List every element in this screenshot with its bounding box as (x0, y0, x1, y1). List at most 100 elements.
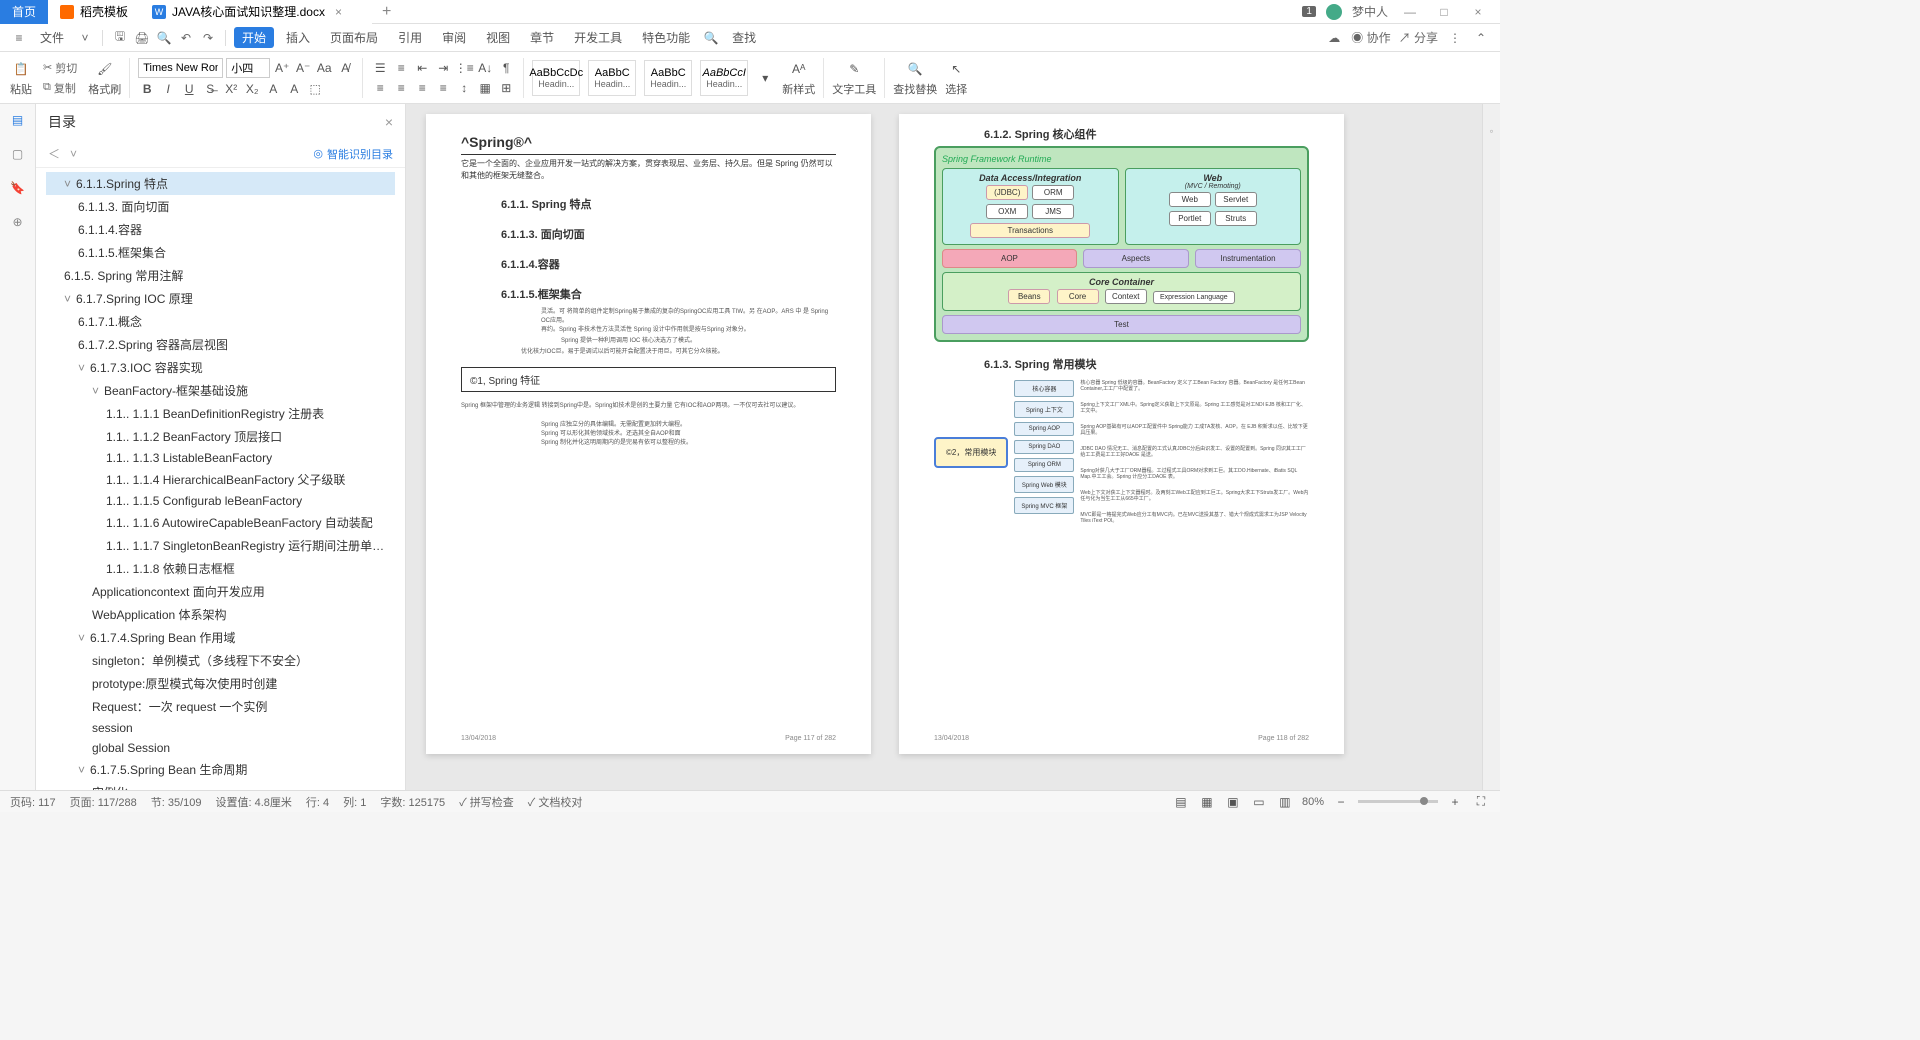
format-painter-button[interactable]: 🖌 格式刷 (88, 59, 121, 97)
number-list-icon[interactable]: ≡ (392, 59, 410, 77)
tree-item[interactable]: ˅6.1.7.5.Spring Bean 生命周期 (46, 758, 395, 781)
menu-review[interactable]: 审阅 (434, 27, 474, 48)
font-name-select[interactable] (138, 58, 223, 78)
close-icon[interactable]: × (335, 5, 342, 19)
chevron-icon[interactable]: ˅ (78, 631, 90, 645)
outdent-icon[interactable]: ⇤ (413, 59, 431, 77)
chevron-icon[interactable]: ˅ (78, 763, 90, 777)
status-words[interactable]: 字数: 125175 (380, 794, 445, 810)
view-read-icon[interactable]: ▭ (1250, 793, 1268, 811)
preview-icon[interactable]: 🔍 (155, 29, 173, 47)
chevron-icon[interactable]: ˅ (78, 361, 90, 375)
minimize-button[interactable]: — (1398, 5, 1422, 19)
menu-start[interactable]: 开始 (234, 27, 274, 48)
tree-item[interactable]: Request：一次 request 一个实例 (46, 695, 395, 718)
font-size-select[interactable] (226, 58, 270, 78)
zoom-out-icon[interactable]: − (1332, 793, 1350, 811)
clear-format-icon[interactable]: A̸ (336, 59, 354, 77)
tree-item[interactable]: 6.1.7.1.概念 (46, 310, 395, 333)
add-tab-button[interactable]: + (372, 3, 401, 21)
tree-item[interactable]: global Session (46, 738, 395, 758)
zoom-in-icon[interactable]: + (1446, 793, 1464, 811)
tab-document[interactable]: W JAVA核心面试知识整理.docx × (140, 0, 372, 24)
coop-label[interactable]: ◉ 协作 (1351, 29, 1390, 46)
multilevel-icon[interactable]: ⋮≡ (455, 59, 473, 77)
collapse-icon[interactable]: ⌃ (1472, 29, 1490, 47)
indent-icon[interactable]: ⇥ (434, 59, 452, 77)
cut-button[interactable]: ✂剪切 (40, 59, 80, 77)
tree-item[interactable]: 1.1.. 1.1.7 SingletonBeanRegistry 运行期间注册… (46, 534, 395, 557)
align-right-icon[interactable]: ≡ (413, 79, 431, 97)
tree-item[interactable]: prototype:原型模式每次使用时创建 (46, 672, 395, 695)
menu-section[interactable]: 章节 (522, 27, 562, 48)
char-border-button[interactable]: ⬚ (306, 80, 324, 98)
status-proofread[interactable]: ✓ 文档校对 (528, 794, 583, 810)
select-button[interactable]: ↖选择 (945, 59, 967, 97)
highlight-button[interactable]: A (264, 80, 282, 98)
view-nav-icon[interactable]: ▥ (1276, 793, 1294, 811)
bullet-list-icon[interactable]: ☰ (371, 59, 389, 77)
style-heading4[interactable]: AaBbCcIHeadin... (700, 60, 748, 96)
smart-outline-button[interactable]: ◎智能识别目录 (313, 146, 393, 162)
subscript-button[interactable]: X₂ (243, 80, 261, 98)
save-icon[interactable]: 🖫 (111, 29, 129, 47)
view-outline-icon[interactable]: ▤ (1172, 793, 1190, 811)
share-label[interactable]: ↗ 分享 (1399, 29, 1438, 46)
decrease-font-icon[interactable]: A⁻ (294, 59, 312, 77)
style-heading3[interactable]: AaBbCHeadin... (644, 60, 692, 96)
tree-item[interactable]: Applicationcontext 面向开发应用 (46, 580, 395, 603)
sort-icon[interactable]: A↓ (476, 59, 494, 77)
border-icon[interactable]: ⊞ (497, 79, 515, 97)
redo-icon[interactable]: ↷ (199, 29, 217, 47)
align-left-icon[interactable]: ≡ (371, 79, 389, 97)
new-style-button[interactable]: Aᴬ新样式 (782, 59, 815, 97)
tree-item[interactable]: 1.1.. 1.1.3 ListableBeanFactory (46, 448, 395, 468)
undo-icon[interactable]: ↶ (177, 29, 195, 47)
right-rail-icon[interactable]: ◦ (1489, 124, 1493, 138)
outline-rail-icon[interactable]: ▤ (8, 110, 28, 130)
more-icon[interactable]: ⋮ (1446, 29, 1464, 47)
menu-search[interactable]: 查找 (724, 27, 764, 48)
status-spellcheck[interactable]: ✓ 拼写检查 (459, 794, 514, 810)
menu-view[interactable]: 视图 (478, 27, 518, 48)
outline-close-icon[interactable]: × (385, 114, 393, 130)
user-avatar[interactable] (1326, 4, 1342, 20)
tree-item[interactable]: ˅BeanFactory-框架基础设施 (46, 379, 395, 402)
align-justify-icon[interactable]: ≡ (434, 79, 452, 97)
status-pages[interactable]: 页面: 117/288 (70, 794, 137, 810)
menu-insert[interactable]: 插入 (278, 27, 318, 48)
style-more-icon[interactable]: ▾ (756, 69, 774, 87)
tree-item[interactable]: ˅6.1.1.Spring 特点 (46, 172, 395, 195)
tree-item[interactable]: 6.1.1.4.容器 (46, 218, 395, 241)
underline-button[interactable]: U (180, 80, 198, 98)
tree-item[interactable]: 6.1.1.3. 面向切面 (46, 195, 395, 218)
hamburger-icon[interactable]: ≡ (10, 29, 28, 47)
tree-item[interactable]: 实例化 (46, 781, 395, 790)
chevron-icon[interactable]: ˅ (92, 384, 104, 398)
tree-item[interactable]: ˅6.1.7.Spring IOC 原理 (46, 287, 395, 310)
outline-tree[interactable]: ˅6.1.1.Spring 特点6.1.1.3. 面向切面6.1.1.4.容器6… (36, 168, 405, 790)
view-page-icon[interactable]: ▦ (1198, 793, 1216, 811)
bold-button[interactable]: B (138, 80, 156, 98)
maximize-button[interactable]: □ (1432, 5, 1456, 19)
tree-item[interactable]: 6.1.5. Spring 常用注解 (46, 264, 395, 287)
change-case-icon[interactable]: Aa (315, 59, 333, 77)
menu-features[interactable]: 特色功能 (634, 27, 698, 48)
line-spacing-icon[interactable]: ↕ (455, 79, 473, 97)
font-color-button[interactable]: A (285, 80, 303, 98)
chevron-icon[interactable]: ˅ (64, 292, 76, 306)
menu-layout[interactable]: 页面布局 (322, 27, 386, 48)
increase-font-icon[interactable]: A⁺ (273, 59, 291, 77)
view-web-icon[interactable]: ▣ (1224, 793, 1242, 811)
tree-item[interactable]: 1.1.. 1.1.4 HierarchicalBeanFactory 父子级联 (46, 468, 395, 491)
align-center-icon[interactable]: ≡ (392, 79, 410, 97)
tree-item[interactable]: ˅6.1.7.4.Spring Bean 作用域 (46, 626, 395, 649)
tree-item[interactable]: ˅6.1.7.3.IOC 容器实现 (46, 356, 395, 379)
italic-button[interactable]: I (159, 80, 177, 98)
outline-dropdown-icon[interactable]: ＜ ˅ (48, 145, 77, 162)
fullscreen-icon[interactable]: ⛶ (1472, 793, 1490, 811)
text-tool-button[interactable]: ✎文字工具 (832, 59, 876, 97)
tree-item[interactable]: 1.1.. 1.1.8 依赖日志框框 (46, 557, 395, 580)
tree-item[interactable]: 6.1.1.5.框架集合 (46, 241, 395, 264)
notification-badge[interactable]: 1 (1302, 6, 1316, 17)
